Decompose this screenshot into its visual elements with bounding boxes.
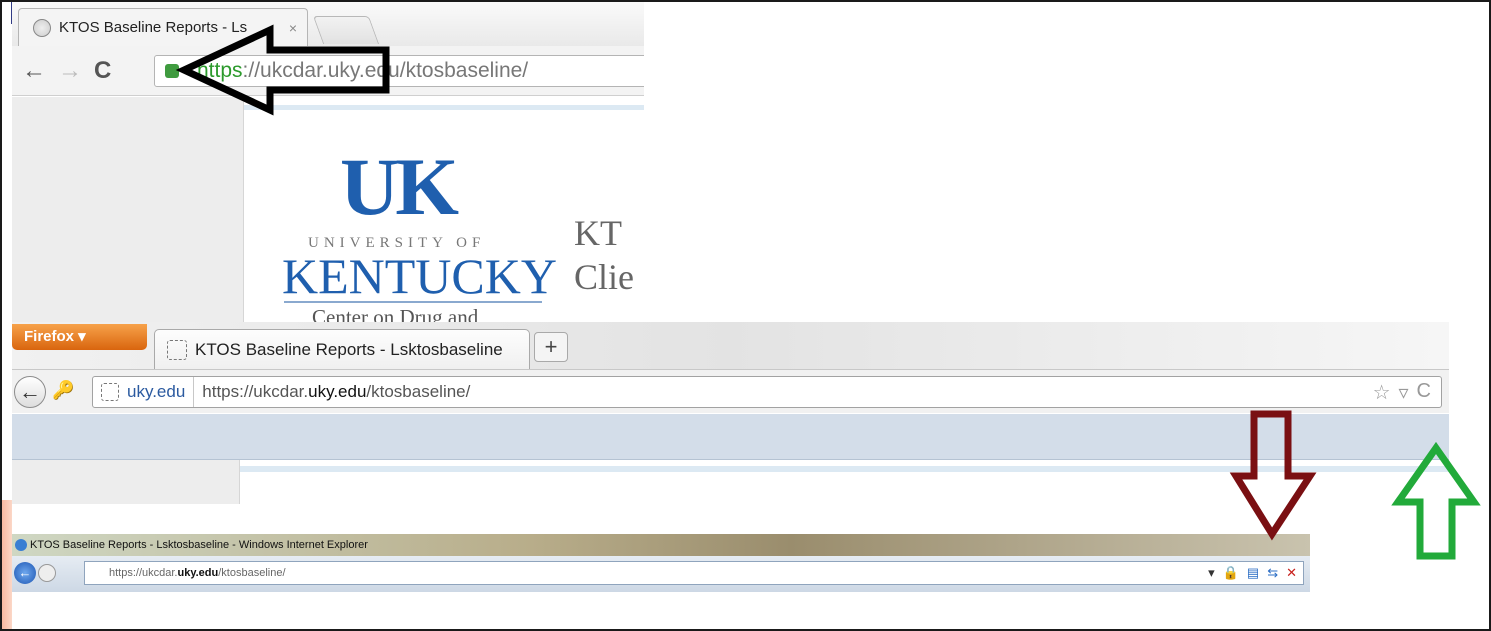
firefox-toolbar: ← 🔑 uky.edu https://ukcdar.uky.edu/ktosb… <box>12 369 1449 413</box>
stop-icon[interactable]: ✕ <box>1286 563 1297 583</box>
compatibility-view-icon[interactable]: ▤ <box>1247 563 1259 583</box>
url-prefix: https://ukcdar. <box>109 567 178 579</box>
uk-logo-kentucky: KENTUCKY <box>282 248 557 304</box>
globe-icon <box>33 18 51 37</box>
key-icon: 🔑 <box>52 380 75 400</box>
forward-arrow-icon[interactable]: → <box>58 56 82 86</box>
back-arrow-icon[interactable]: ← <box>22 56 46 86</box>
uk-logo-rule <box>284 301 542 303</box>
green-up-arrow-icon <box>1391 441 1481 560</box>
ie-title-bar: KTOS Baseline Reports - Lsktosbaseline -… <box>12 534 1310 556</box>
black-left-arrow-icon <box>175 24 390 116</box>
firefox-menu-button[interactable]: Firefox ▾ <box>12 324 147 350</box>
page-sidebar <box>12 460 240 504</box>
firefox-url-text: https://ukcdar.uky.edu/ktosbaseline/ <box>194 382 470 402</box>
url-domain: uky.edu <box>177 567 219 579</box>
firefox-url-bar[interactable]: uky.edu https://ukcdar.uky.edu/ktosbasel… <box>92 376 1442 408</box>
reload-icon[interactable]: C <box>94 56 111 86</box>
bookmark-star-icon[interactable]: ☆ <box>1373 380 1391 405</box>
back-arrow-icon[interactable]: ← <box>14 376 46 408</box>
url-prefix: https://ukcdar. <box>202 382 309 401</box>
firefox-new-tab-button[interactable]: + <box>534 332 568 362</box>
lock-icon <box>165 64 179 78</box>
page-title-fragment-2: Clie <box>574 257 634 297</box>
lock-icon[interactable]: 🔒 <box>1223 563 1239 583</box>
ie-screenshot: KTOS Baseline Reports - Lsktosbaseline -… <box>12 534 1310 592</box>
ie-address-bar[interactable]: https://ukcdar.uky.edu/ktosbaseline/ ▾ 🔒… <box>84 561 1304 585</box>
uk-logo-center-text: Center on Drug and <box>312 305 479 322</box>
back-arrow-icon[interactable]: ← <box>14 562 36 584</box>
dropdown-icon[interactable]: ▾ <box>1208 563 1215 583</box>
site-identity-button[interactable]: uky.edu <box>93 377 195 407</box>
history-dropdown-icon[interactable]: ▿ <box>1399 380 1409 405</box>
url-domain: uky.edu <box>308 382 367 401</box>
url-suffix: /ktosbaseline/ <box>218 567 286 579</box>
chrome-page-content: UK UNIVERSITY OF KENTUCKY Center on Drug… <box>12 97 644 322</box>
site-placeholder-icon <box>101 383 119 401</box>
site-identity-label: uky.edu <box>127 382 186 401</box>
refresh-icon[interactable]: ⇆ <box>1267 563 1278 583</box>
firefox-tab-title: KTOS Baseline Reports - Lsktosbaseline <box>195 339 503 359</box>
ie-logo-icon <box>15 539 27 551</box>
page-title-fragment-1: KT <box>574 213 622 253</box>
reload-icon[interactable]: C <box>1417 380 1431 405</box>
ie-nav-bar: ← https://ukcdar.uky.edu/ktosbaseline/ ▾… <box>12 556 1310 592</box>
ie-address-actions: ▾ 🔒 ▤ ⇆ ✕ <box>1208 563 1297 583</box>
page-sidebar <box>12 97 244 322</box>
slide-accent-strip <box>0 500 12 631</box>
uk-logo-mark: UK <box>340 141 459 232</box>
forward-arrow-icon[interactable] <box>38 564 56 582</box>
ie-window-title: KTOS Baseline Reports - Lsktosbaseline -… <box>30 539 368 551</box>
firefox-tab[interactable]: KTOS Baseline Reports - Lsktosbaseline <box>154 329 530 369</box>
url-suffix: /ktosbaseline/ <box>366 382 471 401</box>
firefox-tab-bar: Firefox ▾ KTOS Baseline Reports - Lsktos… <box>12 322 1449 369</box>
red-down-arrow-icon <box>1229 410 1317 541</box>
page-placeholder-icon <box>167 339 187 360</box>
url-bar-actions: ☆ ▿ C <box>1373 380 1431 405</box>
